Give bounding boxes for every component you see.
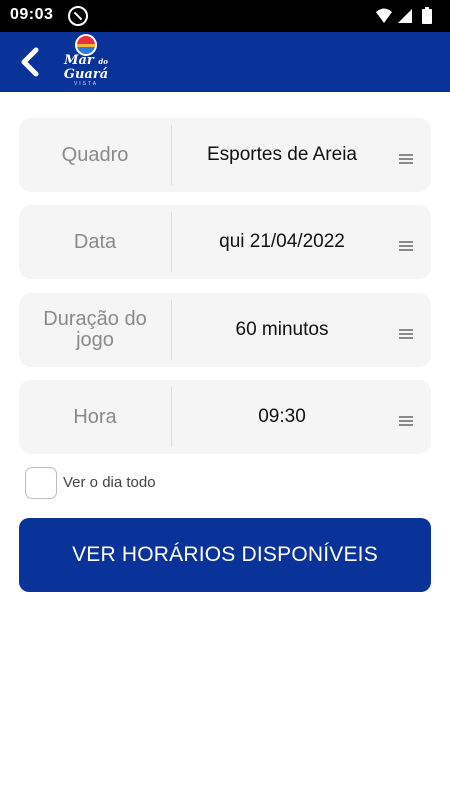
menu-lines-icon xyxy=(399,241,415,253)
field-value: 60 minutos xyxy=(235,319,329,340)
field-label: Duração do jogo xyxy=(43,308,147,351)
wifi-icon xyxy=(376,8,392,23)
logo-subtitle: VISTA xyxy=(73,81,99,87)
field-label: Quadro xyxy=(61,143,129,166)
battery-icon xyxy=(422,7,432,24)
back-button[interactable] xyxy=(12,42,52,82)
field-label: Hora xyxy=(73,405,117,428)
app-bar: Mar do Guará VISTA xyxy=(0,32,450,92)
field-hora[interactable]: Hora 09:30 xyxy=(19,380,431,454)
field-value: qui 21/04/2022 xyxy=(219,231,345,252)
field-label: Data xyxy=(73,230,117,253)
field-quadro[interactable]: Quadro Esportes de Areia xyxy=(19,118,431,192)
day-checkbox-label: Ver o dia todo xyxy=(63,474,156,491)
field-value: 09:30 xyxy=(258,406,306,427)
signal-icon xyxy=(398,9,412,23)
field-data[interactable]: Data qui 21/04/2022 xyxy=(19,205,431,279)
day-checkbox[interactable] xyxy=(25,467,57,499)
status-icons xyxy=(376,7,432,24)
menu-lines-icon xyxy=(399,416,415,428)
chevron-left-icon xyxy=(21,47,39,77)
field-value: Esportes de Areia xyxy=(207,144,357,165)
status-time: 09:03 xyxy=(10,6,54,23)
show-available-times-button[interactable]: VER HORÁRIOS DISPONÍVEIS xyxy=(19,518,431,592)
logo-wordmark: Mar do Guará xyxy=(63,53,109,82)
app-logo: Mar do Guará VISTA xyxy=(60,34,112,92)
status-bar: 09:03 xyxy=(0,0,450,32)
notification-app-icon xyxy=(68,6,88,26)
field-duracao[interactable]: Duração do jogo 60 minutos xyxy=(19,293,431,367)
menu-lines-icon xyxy=(399,154,415,166)
menu-lines-icon xyxy=(399,329,415,341)
